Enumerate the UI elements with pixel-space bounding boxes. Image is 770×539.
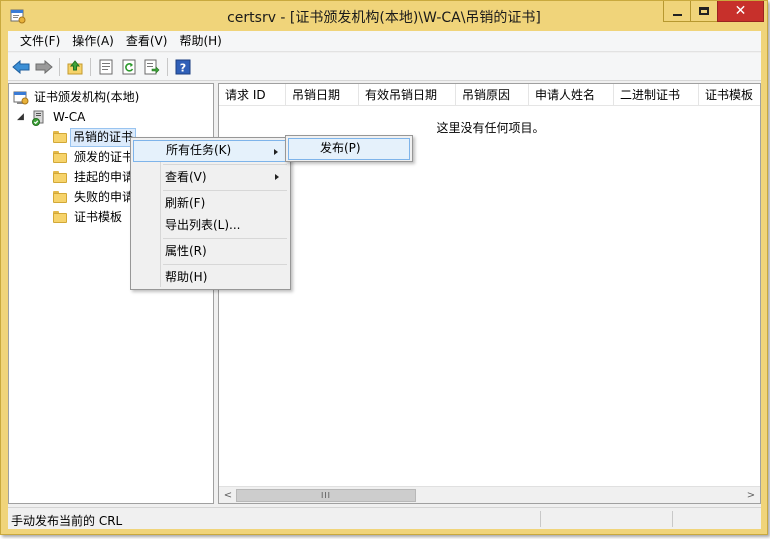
menu-separator xyxy=(163,264,287,265)
menu-item-publish[interactable]: 发布(P) xyxy=(288,138,410,160)
export-icon xyxy=(144,59,160,75)
toolbar: ? xyxy=(8,53,761,81)
menu-item-label: 发布(P) xyxy=(320,141,361,155)
properties-icon xyxy=(99,59,113,75)
close-icon: ✕ xyxy=(734,3,747,19)
context-menu: 所有任务(K) 查看(V) 刷新(F) 导出列表(L)... 属性(R) 帮助(… xyxy=(130,137,291,290)
close-button[interactable]: ✕ xyxy=(717,1,764,22)
menu-item-view[interactable]: 查看(V) xyxy=(133,166,288,188)
menu-action[interactable]: 操作(A) xyxy=(66,31,120,51)
submenu-arrow-icon xyxy=(274,149,278,155)
menu-separator xyxy=(163,190,287,191)
certificate-authority-icon xyxy=(13,91,29,105)
column-effective-revocation-date[interactable]: 有效吊销日期 xyxy=(359,84,456,106)
status-separator xyxy=(540,511,541,527)
up-folder-button[interactable] xyxy=(66,58,84,76)
server-ok-icon xyxy=(32,110,44,126)
maximize-icon xyxy=(699,7,709,15)
window-title: certsrv - [证书颁发机构(本地)\W-CA\吊销的证书] xyxy=(227,10,541,26)
column-revocation-reason[interactable]: 吊销原因 xyxy=(456,84,529,106)
tree-item-label: 证书模板 xyxy=(74,210,123,224)
client-area: 文件(F) 操作(A) 查看(V) 帮助(H) ? 证书颁发机构(本地) ◢ W… xyxy=(8,31,761,529)
menu-item-refresh[interactable]: 刷新(F) xyxy=(133,192,288,214)
back-icon xyxy=(12,60,30,74)
empty-list-message: 这里没有任何项目。 xyxy=(436,121,545,135)
submenu-arrow-icon xyxy=(275,174,279,180)
scroll-left-icon[interactable]: < xyxy=(220,488,236,503)
help-button[interactable]: ? xyxy=(174,58,192,76)
folder-icon xyxy=(53,171,67,183)
tree-node-ca[interactable]: ◢ W-CA xyxy=(17,108,207,127)
menu-item-label: 刷新(F) xyxy=(165,196,206,210)
menu-item-help[interactable]: 帮助(H) xyxy=(133,266,288,288)
menu-item-export-list[interactable]: 导出列表(L)... xyxy=(133,214,288,236)
tree-item-label: 挂起的申请 xyxy=(74,170,135,184)
forward-button[interactable] xyxy=(35,58,53,76)
toolbar-separator xyxy=(167,58,168,76)
column-request-id[interactable]: 请求 ID xyxy=(219,84,286,106)
menu-item-label: 导出列表(L)... xyxy=(165,218,241,232)
tree-root[interactable]: 证书颁发机构(本地) xyxy=(13,88,203,107)
expanded-arrow-icon[interactable]: ◢ xyxy=(17,108,24,127)
folder-icon xyxy=(53,211,67,223)
tree-root-label: 证书颁发机构(本地) xyxy=(34,90,140,104)
menu-bar: 文件(F) 操作(A) 查看(V) 帮助(H) xyxy=(8,31,761,52)
up-folder-icon xyxy=(67,60,83,75)
menu-item-label: 属性(R) xyxy=(165,244,207,258)
menu-item-all-tasks[interactable]: 所有任务(K) xyxy=(133,140,288,162)
column-requester-name[interactable]: 申请人姓名 xyxy=(529,84,614,106)
toolbar-separator xyxy=(90,58,91,76)
status-bar: 手动发布当前的 CRL xyxy=(8,507,761,529)
svg-text:?: ? xyxy=(180,62,186,75)
status-separator xyxy=(672,511,673,527)
folder-icon xyxy=(53,131,67,143)
folder-icon xyxy=(53,151,67,163)
properties-button[interactable] xyxy=(97,58,115,76)
title-bar[interactable]: certsrv - [证书颁发机构(本地)\W-CA\吊销的证书] ✕ xyxy=(1,1,767,31)
help-icon: ? xyxy=(175,59,191,75)
toolbar-separator xyxy=(59,58,60,76)
back-button[interactable] xyxy=(12,58,30,76)
tree-item-label: 吊销的证书 xyxy=(70,128,137,147)
menu-item-properties[interactable]: 属性(R) xyxy=(133,240,288,262)
forward-icon xyxy=(35,60,53,74)
export-button[interactable] xyxy=(143,58,161,76)
all-tasks-submenu: 发布(P) xyxy=(285,135,413,162)
maximize-button[interactable] xyxy=(690,1,718,22)
menu-separator xyxy=(163,238,287,239)
horizontal-scrollbar[interactable]: < III > xyxy=(219,486,760,503)
scroll-thumb[interactable]: III xyxy=(236,489,416,502)
minimize-icon xyxy=(672,13,682,16)
column-revocation-date[interactable]: 吊销日期 xyxy=(286,84,359,106)
refresh-button[interactable] xyxy=(120,58,138,76)
menu-item-label: 所有任务(K) xyxy=(166,143,232,157)
menu-help[interactable]: 帮助(H) xyxy=(173,31,227,51)
folder-icon xyxy=(53,191,67,203)
list-header: 请求 ID 吊销日期 有效吊销日期 吊销原因 申请人姓名 二进制证书 证书模板 xyxy=(219,84,760,106)
tree-item-label: 颁发的证书 xyxy=(74,150,135,164)
tree-node-ca-label: W-CA xyxy=(53,110,86,124)
refresh-icon xyxy=(122,59,136,75)
menu-item-label: 帮助(H) xyxy=(165,270,208,284)
menu-item-label: 查看(V) xyxy=(165,170,207,184)
column-certificate-template[interactable]: 证书模板 xyxy=(699,84,760,106)
scroll-right-icon[interactable]: > xyxy=(743,488,759,503)
minimize-button[interactable] xyxy=(663,1,691,22)
column-binary-certificate[interactable]: 二进制证书 xyxy=(614,84,699,106)
app-window: certsrv - [证书颁发机构(本地)\W-CA\吊销的证书] ✕ 文件(F… xyxy=(0,0,768,535)
status-text: 手动发布当前的 CRL xyxy=(11,514,123,528)
menu-view[interactable]: 查看(V) xyxy=(120,31,174,51)
menu-file[interactable]: 文件(F) xyxy=(14,31,66,51)
tree-item-label: 失败的申请 xyxy=(74,190,135,204)
menu-separator xyxy=(163,164,287,165)
